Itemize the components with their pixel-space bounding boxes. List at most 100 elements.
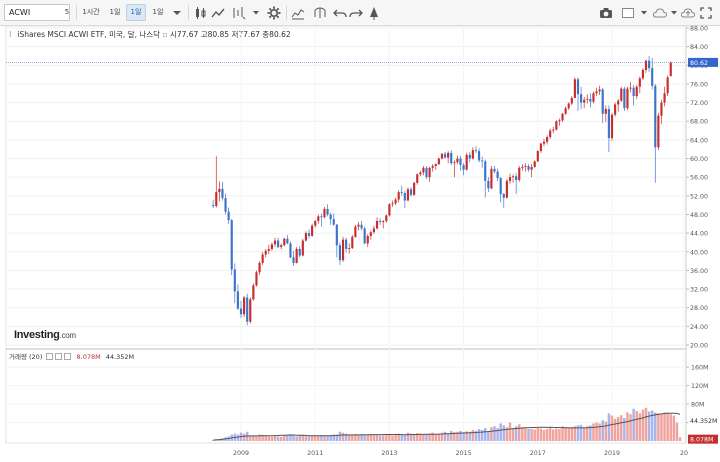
candle-body <box>536 151 539 162</box>
price-axis: 88.0084.0080.0076.0072.0068.0064.0060.00… <box>6 26 708 350</box>
volume-bar <box>264 435 267 441</box>
candle-body <box>345 239 348 249</box>
volume-bar <box>592 423 595 441</box>
candle-body <box>255 272 258 286</box>
candle-body <box>558 120 561 122</box>
volume-bar <box>326 435 329 441</box>
candle-body <box>651 68 654 86</box>
volume-tick-label: 160M <box>691 365 708 372</box>
time-tick-label: 2017 <box>530 450 546 457</box>
last-price-label: 80.62 <box>690 60 708 67</box>
candle-body <box>555 121 558 130</box>
volume-ma-label: 44.352M <box>690 418 717 425</box>
candle-body <box>610 114 614 139</box>
candle-body <box>669 62 672 77</box>
candle-body <box>369 232 372 236</box>
volume-bar <box>338 431 342 441</box>
volume-bar <box>644 407 648 441</box>
candle-body <box>511 176 515 178</box>
candle-body <box>289 243 292 258</box>
volume-bar <box>276 436 280 441</box>
candle-body <box>233 269 236 292</box>
candle-body <box>354 226 357 237</box>
time-tick-label: 2013 <box>381 450 397 457</box>
volume-bar <box>471 429 475 441</box>
price-tick-label: 84.00 <box>690 44 708 51</box>
candle-body <box>518 167 521 180</box>
volume-bar <box>542 429 546 441</box>
volume-tick-label: 80M <box>691 402 704 409</box>
candle-body <box>348 248 351 249</box>
volume-bar <box>632 408 635 441</box>
candle-body <box>413 182 416 195</box>
volume-bar <box>459 430 462 441</box>
candle-body <box>443 153 447 158</box>
candle-body <box>326 208 329 215</box>
candle-body <box>567 103 570 109</box>
candle-body <box>477 151 481 161</box>
candle-body <box>437 158 440 165</box>
volume-bar <box>295 436 298 441</box>
volume-bar <box>579 424 583 441</box>
candle-body <box>549 130 552 138</box>
candle-body <box>428 167 431 178</box>
candle-body <box>409 189 413 195</box>
candle-body <box>419 172 422 175</box>
candle-body <box>314 220 317 226</box>
candle-body <box>623 88 626 109</box>
volume-bar <box>521 427 524 441</box>
candle-body <box>249 299 252 322</box>
volume-bar <box>613 418 617 441</box>
volume-bar <box>675 422 679 441</box>
volume-bar <box>582 427 586 441</box>
volume-bar <box>372 434 376 441</box>
candle-body <box>431 165 434 168</box>
candle-body <box>580 94 583 103</box>
volume-bar <box>490 427 493 441</box>
candle-body <box>617 100 620 105</box>
volume-bar <box>313 435 317 441</box>
volume-bar <box>635 411 638 441</box>
volume-bar <box>558 429 561 441</box>
volume-bar <box>446 433 450 441</box>
volume-bar <box>573 426 577 441</box>
candle-body <box>607 109 610 139</box>
candle-body <box>564 108 567 114</box>
price-tick-label: 32.00 <box>690 287 708 294</box>
candle-body <box>502 193 505 198</box>
volume-bar <box>323 435 326 441</box>
last-volume-label: 8.078M <box>690 437 713 444</box>
price-panel-frame <box>5 25 687 350</box>
candle-body <box>385 215 388 221</box>
candle-body <box>450 152 453 164</box>
candle-body <box>533 161 536 167</box>
candle-body <box>394 199 397 204</box>
volume-bar <box>533 429 536 441</box>
volume-bar <box>548 428 552 441</box>
candle-body <box>332 219 335 225</box>
volume-bar <box>437 433 441 441</box>
volume-bar <box>385 434 388 441</box>
candle-body <box>320 216 323 218</box>
candle-body <box>505 180 508 198</box>
candle-body <box>474 150 478 152</box>
volume-bar <box>242 433 246 441</box>
volume-bar <box>555 428 558 441</box>
volume-bar <box>499 423 502 441</box>
volume-bar <box>511 428 515 441</box>
volume-bar <box>283 435 286 441</box>
price-tick-label: 56.00 <box>690 175 708 182</box>
candle-body <box>277 240 280 248</box>
candle-body <box>515 176 518 180</box>
candle-body <box>311 225 314 236</box>
candle-body <box>521 166 524 168</box>
price-chart[interactable]: 88.0084.0080.0076.0072.0068.0064.0060.00… <box>0 0 720 462</box>
candle-body <box>338 245 342 261</box>
candle-body <box>576 79 580 95</box>
candle-body <box>542 141 546 144</box>
candle-body <box>363 228 366 244</box>
candle-body <box>422 167 425 173</box>
candle-body <box>246 297 249 322</box>
volume-bar <box>508 422 512 441</box>
price-tick-label: 28.00 <box>690 305 708 312</box>
